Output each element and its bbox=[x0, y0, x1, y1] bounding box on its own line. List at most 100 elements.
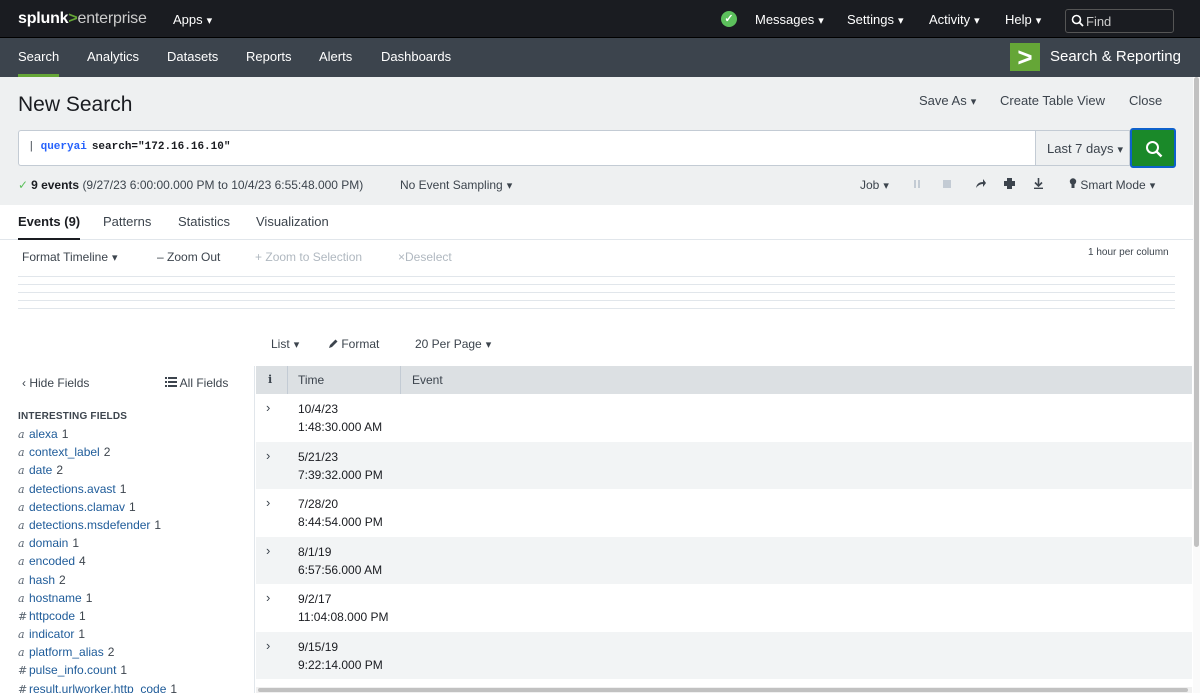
field-name[interactable]: context_label bbox=[29, 445, 100, 459]
field-count: 2 bbox=[59, 572, 66, 587]
field-name[interactable]: detections.msdefender bbox=[29, 518, 150, 532]
smart-mode-dropdown[interactable]: Smart Mode bbox=[1069, 178, 1155, 192]
chevron-right-icon[interactable]: › bbox=[266, 495, 270, 510]
tab-patterns[interactable]: Patterns bbox=[103, 214, 151, 229]
field-item[interactable]: a detections.clamav 1 bbox=[18, 500, 253, 518]
field-name[interactable]: detections.avast bbox=[29, 482, 116, 496]
app-title[interactable]: Search & Reporting bbox=[1050, 48, 1181, 65]
column-header-time[interactable]: Time bbox=[298, 373, 324, 387]
close-button[interactable]: Close bbox=[1129, 93, 1162, 108]
table-row[interactable]: › 8/1/19 6:57:56.000 AM bbox=[256, 536, 1192, 584]
field-name[interactable]: hostname bbox=[29, 591, 82, 605]
chevron-right-icon[interactable]: › bbox=[266, 543, 270, 558]
field-item[interactable]: a hash 2 bbox=[18, 573, 253, 591]
table-row[interactable]: › 5/21/23 7:39:32.000 PM bbox=[256, 441, 1192, 489]
deselect-button[interactable]: ×Deselect bbox=[398, 250, 452, 264]
splunk-logo[interactable]: splunk>enterprise bbox=[18, 10, 147, 28]
export-icon[interactable] bbox=[1033, 178, 1044, 192]
field-type-icon: a bbox=[18, 555, 25, 569]
table-row[interactable]: › 9/2/17 11:04:08.000 PM bbox=[256, 584, 1192, 631]
find-input[interactable]: Find bbox=[1065, 9, 1174, 33]
health-status-icon[interactable]: ✓ bbox=[721, 11, 737, 27]
field-item[interactable]: # pulse_info.count 1 bbox=[18, 663, 253, 681]
zoom-out-button[interactable]: – Zoom Out bbox=[157, 250, 220, 264]
field-item[interactable]: a alexa 1 bbox=[18, 427, 253, 445]
event-date: 10/4/23 bbox=[298, 402, 339, 416]
nav-dashboards[interactable]: Dashboards bbox=[381, 49, 451, 64]
all-fields-button[interactable]: All Fields bbox=[165, 376, 228, 390]
format-timeline-dropdown[interactable]: Format Timeline bbox=[22, 250, 118, 264]
field-item[interactable]: # httpcode 1 bbox=[18, 609, 253, 627]
field-name[interactable]: domain bbox=[29, 536, 68, 550]
column-header-event[interactable]: Event bbox=[412, 373, 443, 387]
chevron-right-icon[interactable]: › bbox=[266, 400, 270, 415]
apps-menu[interactable]: Apps bbox=[173, 12, 212, 27]
nav-reports[interactable]: Reports bbox=[246, 49, 292, 64]
nav-search[interactable]: Search bbox=[18, 49, 60, 77]
job-menu[interactable]: Job bbox=[860, 178, 889, 192]
table-row[interactable]: › 7/28/20 8:44:54.000 PM bbox=[256, 489, 1192, 536]
chevron-right-icon[interactable]: › bbox=[266, 590, 270, 605]
zoom-to-selection-button[interactable]: + Zoom to Selection bbox=[255, 250, 362, 264]
nav-alerts[interactable]: Alerts bbox=[319, 49, 352, 64]
create-table-view-button[interactable]: Create Table View bbox=[1000, 93, 1105, 108]
field-name[interactable]: alexa bbox=[29, 427, 58, 441]
event-timeline[interactable] bbox=[18, 276, 1175, 310]
format-button[interactable]: Format bbox=[329, 337, 379, 351]
list-view-dropdown[interactable]: List bbox=[271, 337, 299, 351]
time-range-picker[interactable]: Last 7 days bbox=[1035, 130, 1130, 166]
messages-menu[interactable]: Messages bbox=[755, 12, 824, 27]
field-item[interactable]: # result.urlworker.http_code 1 bbox=[18, 682, 253, 693]
field-name[interactable]: platform_alias bbox=[29, 645, 104, 659]
scrollbar-thumb[interactable] bbox=[1194, 77, 1199, 547]
field-type-icon: # bbox=[18, 664, 28, 678]
per-page-dropdown[interactable]: 20 Per Page bbox=[415, 337, 491, 351]
field-name[interactable]: encoded bbox=[29, 554, 75, 568]
help-menu[interactable]: Help bbox=[1005, 12, 1041, 27]
tab-visualization[interactable]: Visualization bbox=[256, 214, 329, 229]
settings-menu[interactable]: Settings bbox=[847, 12, 904, 27]
field-name[interactable]: hash bbox=[29, 573, 55, 587]
chevron-right-icon[interactable]: › bbox=[266, 638, 270, 653]
field-name[interactable]: pulse_info.count bbox=[29, 663, 116, 677]
scrollbar-thumb[interactable] bbox=[258, 688, 1188, 692]
horizontal-scrollbar[interactable] bbox=[256, 687, 1192, 693]
field-item[interactable]: a detections.msdefender 1 bbox=[18, 518, 253, 536]
search-query-input[interactable]: | queryai search="172.16.16.10" bbox=[18, 130, 1035, 166]
query-argument: search="172.16.16.10" bbox=[91, 141, 231, 153]
share-icon[interactable] bbox=[975, 178, 986, 192]
print-icon[interactable] bbox=[1004, 178, 1015, 192]
event-date: 8/1/19 bbox=[298, 544, 332, 559]
event-sampling-dropdown[interactable]: No Event Sampling bbox=[400, 178, 512, 192]
field-item[interactable]: a encoded 4 bbox=[18, 554, 253, 572]
field-name[interactable]: indicator bbox=[29, 627, 74, 641]
tab-events[interactable]: Events (9) bbox=[18, 214, 81, 240]
search-button[interactable] bbox=[1130, 128, 1176, 168]
field-item[interactable]: a detections.avast 1 bbox=[18, 482, 253, 500]
logo-text-splunk: splunk bbox=[18, 10, 69, 27]
deselect-label: Deselect bbox=[405, 250, 452, 264]
activity-menu[interactable]: Activity bbox=[929, 12, 980, 27]
nav-datasets[interactable]: Datasets bbox=[167, 49, 218, 64]
pause-icon[interactable] bbox=[912, 178, 922, 192]
save-as-button[interactable]: Save As bbox=[919, 93, 976, 108]
field-item[interactable]: a hostname 1 bbox=[18, 591, 253, 609]
field-item[interactable]: a domain 1 bbox=[18, 536, 253, 554]
table-row[interactable]: › 10/4/23 1:48:30.000 AM bbox=[256, 394, 1192, 441]
field-name[interactable]: httpcode bbox=[29, 609, 75, 623]
chevron-right-icon[interactable]: › bbox=[266, 448, 270, 463]
field-item[interactable]: a indicator 1 bbox=[18, 627, 253, 645]
field-item[interactable]: a platform_alias 2 bbox=[18, 645, 253, 663]
field-item[interactable]: a context_label 2 bbox=[18, 445, 253, 463]
stop-icon[interactable] bbox=[942, 178, 952, 192]
table-row[interactable]: › 9/15/19 9:22:14.000 PM bbox=[256, 631, 1192, 679]
field-item[interactable]: a date 2 bbox=[18, 463, 253, 481]
nav-analytics[interactable]: Analytics bbox=[87, 49, 139, 64]
field-name[interactable]: detections.clamav bbox=[29, 500, 125, 514]
field-name[interactable]: date bbox=[29, 463, 52, 477]
field-name[interactable]: result.urlworker.http_code bbox=[29, 682, 166, 693]
vertical-scrollbar[interactable] bbox=[1193, 77, 1200, 693]
tab-statistics[interactable]: Statistics bbox=[178, 214, 230, 229]
field-type-icon: # bbox=[18, 609, 28, 623]
hide-fields-button[interactable]: ‹ Hide Fields bbox=[22, 376, 89, 390]
